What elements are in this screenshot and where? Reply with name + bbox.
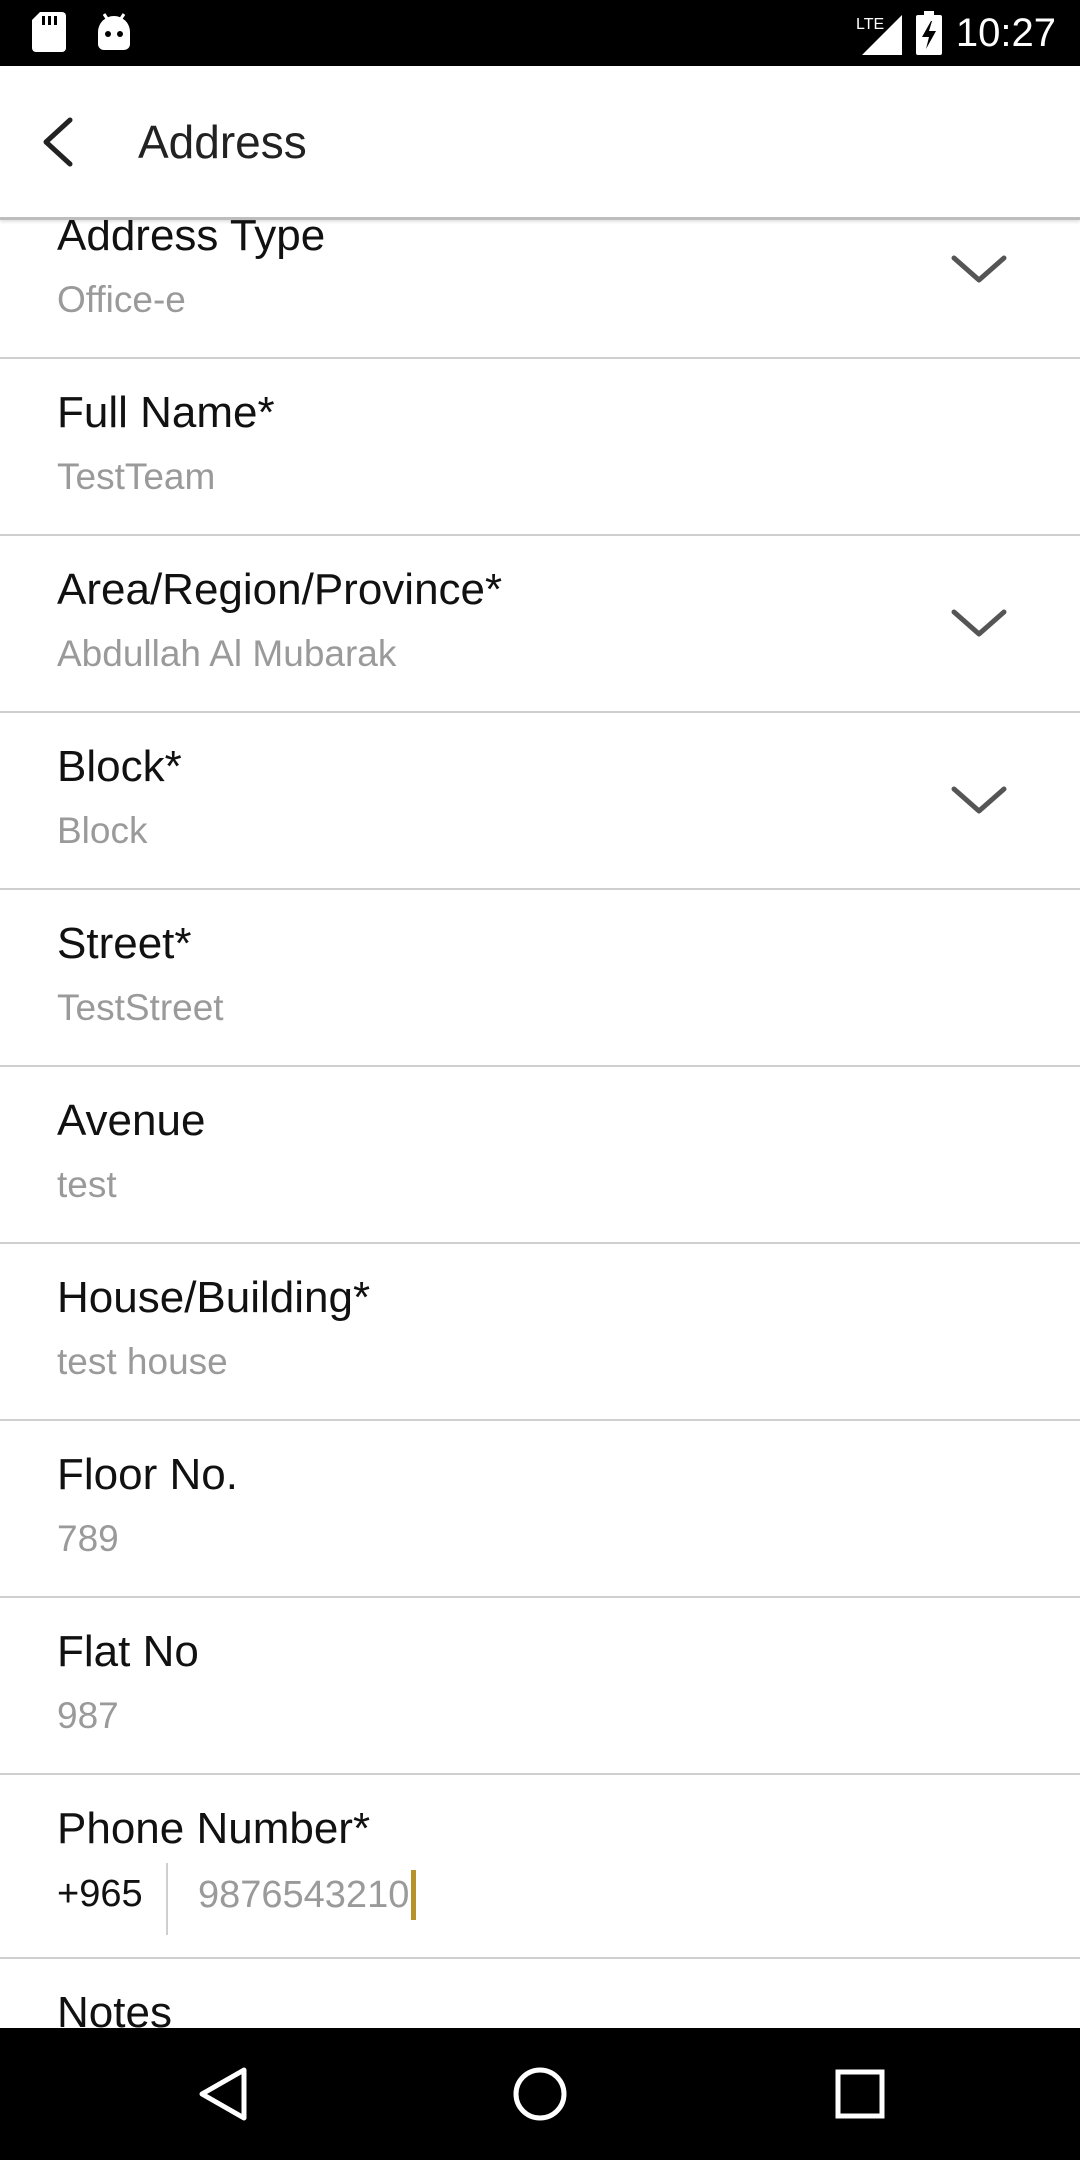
field-label: Avenue (57, 1096, 206, 1145)
battery-charging-icon (915, 11, 942, 55)
text-caret (411, 1870, 417, 1920)
field-label: Area/Region/Province* (57, 565, 503, 614)
address-form[interactable]: Address Type Office-e Full Name* TestTea… (0, 220, 1080, 2028)
field-label: House/Building* (57, 1273, 371, 1322)
street-field[interactable]: Street* TestStreet (0, 890, 1080, 1067)
full-name-field[interactable]: Full Name* TestTeam (0, 359, 1080, 536)
field-label: Flat No (57, 1627, 199, 1676)
recents-square-icon (835, 2069, 885, 2119)
area-value[interactable]: Abdullah Al Mubarak (57, 631, 396, 677)
house-building-input[interactable]: test house (57, 1339, 228, 1385)
chevron-down-icon[interactable] (950, 604, 1008, 644)
sd-card-icon (32, 12, 66, 52)
field-label: Floor No. (57, 1450, 238, 1499)
block-field[interactable]: Block* Block (0, 713, 1080, 890)
lte-signal-icon: LTE (856, 15, 902, 55)
field-label: Phone Number* (57, 1804, 371, 1853)
back-triangle-icon (199, 2067, 247, 2121)
notes-field[interactable]: Notes (0, 1959, 1080, 2028)
nav-recents-button[interactable] (822, 2056, 898, 2132)
back-button[interactable] (28, 110, 88, 174)
nav-back-button[interactable] (184, 2056, 260, 2132)
phone-input-value: 9876543210 (198, 1874, 410, 1916)
field-label: Notes (57, 1988, 172, 2028)
address-type-value[interactable]: Office-e (57, 277, 186, 323)
block-value[interactable]: Block (57, 808, 147, 854)
chevron-down-icon[interactable] (950, 250, 1008, 290)
field-label: Address Type (57, 220, 326, 260)
arrow-back-icon (43, 117, 73, 167)
field-label: Street* (57, 919, 192, 968)
full-name-input[interactable]: TestTeam (57, 454, 215, 500)
app-bar: Address (0, 66, 1080, 220)
screen: LTE 10:27 Address Address Type Office-e (0, 0, 1080, 2160)
avenue-input[interactable]: test (57, 1162, 117, 1208)
flat-no-input[interactable]: 987 (57, 1693, 119, 1739)
avenue-field[interactable]: Avenue test (0, 1067, 1080, 1244)
house-building-field[interactable]: House/Building* test house (0, 1244, 1080, 1421)
network-label: LTE (856, 16, 884, 33)
address-type-field[interactable]: Address Type Office-e (0, 220, 1080, 359)
chevron-down-icon[interactable] (950, 781, 1008, 821)
status-time: 10:27 (955, 11, 1056, 55)
page-title: Address (138, 116, 307, 168)
floor-no-input[interactable]: 789 (57, 1516, 119, 1562)
status-bar: LTE 10:27 (0, 0, 1080, 66)
street-input[interactable]: TestStreet (57, 985, 224, 1031)
flat-no-field[interactable]: Flat No 987 (0, 1598, 1080, 1775)
area-field[interactable]: Area/Region/Province* Abdullah Al Mubara… (0, 536, 1080, 713)
country-code[interactable]: +965 (57, 1870, 143, 1918)
phone-number-field[interactable]: Phone Number* +965 9876543210 (0, 1775, 1080, 1959)
phone-divider (166, 1863, 168, 1935)
android-debug-icon (98, 13, 130, 50)
navigation-bar (0, 2028, 1080, 2160)
nav-home-button[interactable] (502, 2056, 578, 2132)
home-circle-icon (513, 2067, 567, 2121)
field-label: Full Name* (57, 388, 275, 437)
field-label: Block* (57, 742, 182, 791)
phone-input[interactable]: 9876543210 (198, 1870, 417, 1920)
floor-no-field[interactable]: Floor No. 789 (0, 1421, 1080, 1598)
